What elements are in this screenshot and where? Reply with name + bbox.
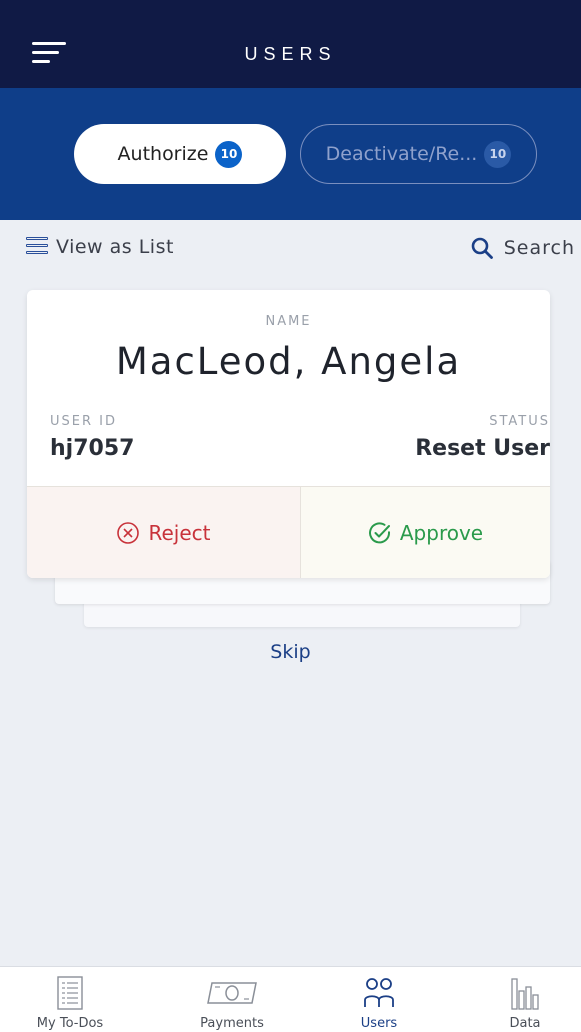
banknote-icon bbox=[207, 982, 257, 1004]
checklist-icon bbox=[57, 976, 83, 1010]
user-id-value: hj7057 bbox=[50, 436, 135, 461]
tab-deactivate[interactable]: Deactivate/Re... 10 bbox=[300, 124, 537, 184]
status-value: Reset User bbox=[350, 436, 550, 461]
reject-label: Reject bbox=[148, 521, 211, 545]
tab-bar: Authorize 10 Deactivate/Re... 10 bbox=[0, 88, 581, 220]
user-name: MacLeod, Angela bbox=[115, 340, 462, 383]
name-label: NAME bbox=[265, 314, 312, 329]
tab-authorize[interactable]: Authorize 10 bbox=[74, 124, 286, 184]
tab-deactivate-label: Deactivate/Re... bbox=[325, 143, 478, 165]
approve-check-circle-icon bbox=[368, 522, 390, 544]
nav-item-data[interactable]: Data bbox=[455, 967, 581, 1032]
tab-deactivate-count-badge: 10 bbox=[484, 140, 512, 168]
search-icon bbox=[471, 237, 493, 259]
status-label-text: STATUS bbox=[489, 414, 550, 429]
user-request-card: NAME MacLeod, Angela USER ID hj7057 STAT… bbox=[27, 290, 550, 578]
list-toolbar: View as List Search bbox=[0, 220, 581, 274]
skip-link[interactable]: Skip bbox=[0, 641, 581, 663]
approve-button[interactable]: Approve bbox=[301, 487, 550, 578]
tab-authorize-label: Authorize bbox=[117, 143, 209, 165]
status-value-text: Reset User bbox=[415, 436, 550, 461]
reject-button[interactable]: Reject bbox=[27, 487, 301, 578]
nav-item-payments[interactable]: Payments bbox=[162, 967, 302, 1032]
search-label: Search bbox=[503, 237, 575, 259]
search-button[interactable]: Search bbox=[470, 236, 575, 260]
tab-authorize-count-badge: 10 bbox=[215, 140, 243, 168]
card-actions: Reject Approve bbox=[27, 486, 550, 578]
nav-item-my-todos[interactable]: My To-Dos bbox=[0, 967, 140, 1032]
list-icon bbox=[26, 237, 48, 257]
app-header: USERS bbox=[0, 0, 581, 88]
user-id-label: USER ID bbox=[50, 414, 117, 429]
nav-item-users[interactable]: Users bbox=[309, 967, 449, 1032]
nav-label-users: Users bbox=[360, 1016, 398, 1031]
bottom-navigation: My To-Dos Payments Users Data bbox=[0, 966, 581, 1032]
page-title: USERS bbox=[244, 44, 337, 64]
nav-label-my-todos: My To-Dos bbox=[36, 1016, 104, 1031]
nav-label-payments: Payments bbox=[200, 1016, 264, 1031]
nav-label-data: Data bbox=[509, 1016, 541, 1031]
approve-label: Approve bbox=[399, 521, 484, 545]
status-label: STATUS bbox=[350, 414, 550, 429]
view-as-list-label: View as List bbox=[56, 236, 174, 258]
view-as-list-button[interactable]: View as List bbox=[26, 236, 174, 258]
users-icon bbox=[364, 978, 394, 1007]
bar-chart-icon bbox=[511, 978, 539, 1010]
reject-x-circle-icon bbox=[117, 522, 140, 544]
